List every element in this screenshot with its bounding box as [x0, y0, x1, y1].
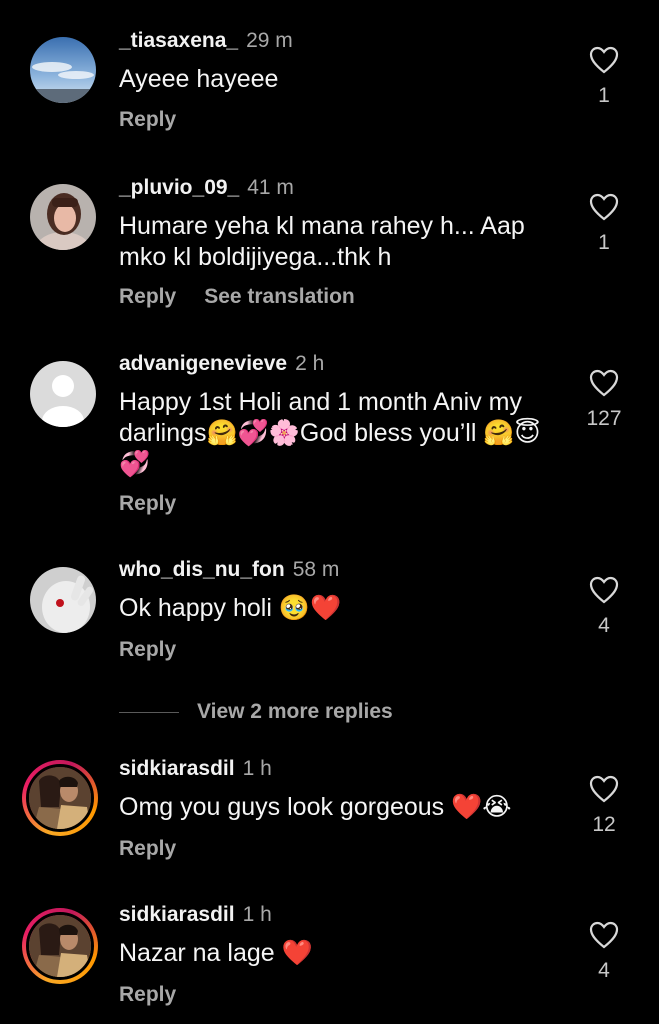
comment-meta: sidkiarasdil 1 h — [119, 903, 272, 927]
comment-meta: _tiasaxena_ 29 m — [119, 29, 293, 53]
comment-text: Happy 1st Holi and 1 month Aniv my darli… — [119, 388, 541, 478]
avatar-story-ring[interactable] — [22, 908, 98, 984]
username[interactable]: _tiasaxena_ — [119, 29, 238, 52]
reply-button[interactable]: Reply — [119, 837, 176, 860]
heart-outline-icon — [589, 775, 619, 803]
comment-text: Ayeee hayeee — [119, 65, 279, 93]
heart-outline-icon — [589, 46, 619, 74]
comment-actions: Reply — [119, 837, 176, 861]
default-user-icon — [30, 361, 96, 427]
like-button[interactable]: 1 — [584, 46, 624, 108]
comment-meta: advanigenevieve 2 h — [119, 352, 324, 376]
avatar[interactable] — [30, 361, 96, 427]
see-translation-button[interactable]: See translation — [204, 285, 355, 308]
like-button[interactable]: 1 — [584, 193, 624, 255]
heart-outline-icon — [589, 921, 619, 949]
username[interactable]: sidkiarasdil — [119, 903, 235, 926]
timestamp: 29 m — [246, 29, 293, 52]
like-count: 1 — [598, 231, 610, 254]
view-more-replies-label: View 2 more replies — [197, 700, 393, 723]
reply-button[interactable]: Reply — [119, 108, 176, 131]
username[interactable]: who_dis_nu_fon — [119, 558, 285, 581]
comments-list: _tiasaxena_ 29 m Ayeee hayeee Reply 1 _pl… — [0, 0, 659, 1024]
avatar[interactable] — [30, 184, 96, 250]
like-count: 127 — [586, 407, 622, 430]
comment-text: Nazar na lage ❤️ — [119, 939, 313, 967]
timestamp: 2 h — [295, 352, 325, 375]
comment-actions: Reply — [119, 983, 176, 1007]
reply-button[interactable]: Reply — [119, 983, 176, 1006]
like-button[interactable]: 12 — [578, 775, 630, 837]
like-button[interactable]: 4 — [584, 921, 624, 983]
hand-photo-icon — [30, 567, 96, 633]
like-count: 1 — [598, 84, 610, 107]
timestamp: 41 m — [247, 176, 294, 199]
avatar — [26, 912, 94, 980]
heart-outline-icon — [589, 193, 619, 221]
comment-meta: _pluvio_09_ 41 m — [119, 176, 294, 200]
divider-line — [119, 711, 179, 713]
like-button[interactable]: 4 — [584, 576, 624, 638]
like-count: 4 — [598, 959, 610, 982]
comment-actions: Reply — [119, 638, 176, 662]
heart-outline-icon — [589, 369, 619, 397]
timestamp: 58 m — [292, 558, 340, 581]
comment-text: Omg you guys look gorgeous ❤️😭 — [119, 793, 512, 821]
comment-actions: Reply — [119, 108, 176, 132]
comment-text: Ok happy holi 🥹❤️ — [119, 594, 342, 622]
reply-button[interactable]: Reply — [119, 285, 176, 308]
timestamp: 1 h — [242, 757, 272, 780]
avatar[interactable] — [30, 567, 96, 633]
comment-text: Humare yeha kl mana rahey h... Aap mko k… — [119, 212, 525, 271]
comment-meta: who_dis_nu_fon 58 m — [119, 558, 339, 582]
view-more-replies-button[interactable]: View 2 more replies — [119, 698, 393, 726]
avatar — [26, 764, 94, 832]
timestamp: 1 h — [242, 903, 272, 926]
comment-meta: sidkiarasdil 1 h — [119, 757, 272, 781]
comment-actions: Reply — [119, 492, 176, 516]
heart-outline-icon — [589, 576, 619, 604]
portrait-photo-icon — [30, 184, 96, 250]
reply-button[interactable]: Reply — [119, 638, 176, 661]
avatar[interactable] — [30, 37, 96, 103]
couple-photo-icon — [29, 915, 91, 977]
like-count: 4 — [598, 614, 610, 637]
couple-photo-icon — [29, 767, 91, 829]
username[interactable]: advanigenevieve — [119, 352, 287, 375]
like-count: 12 — [592, 813, 616, 836]
sky-photo-icon — [30, 37, 96, 103]
like-button[interactable]: 127 — [578, 369, 630, 431]
username[interactable]: sidkiarasdil — [119, 757, 235, 780]
username[interactable]: _pluvio_09_ — [119, 176, 239, 199]
comment-actions: Reply See translation — [119, 285, 355, 309]
reply-button[interactable]: Reply — [119, 492, 176, 515]
avatar-story-ring[interactable] — [22, 760, 98, 836]
